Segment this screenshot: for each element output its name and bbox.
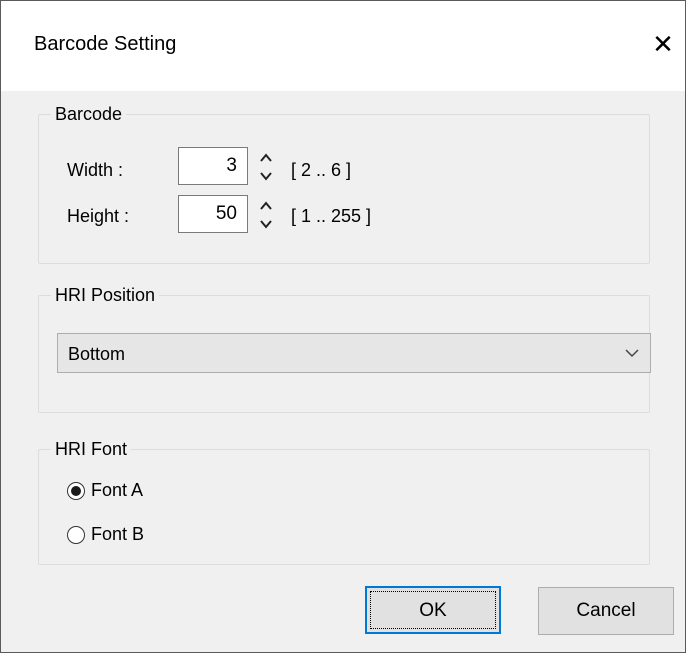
width-label: Width : <box>67 160 124 180</box>
dialog-title: Barcode Setting <box>34 33 177 55</box>
ok-button[interactable]: OK <box>365 586 501 634</box>
hri-position-legend: HRI Position <box>55 285 156 305</box>
barcode-setting-dialog: Barcode Setting ✕ Barcode Width : 3 [ 2 … <box>0 0 686 653</box>
hri-font-legend: HRI Font <box>55 439 128 459</box>
barcode-group: Barcode <box>38 104 650 264</box>
height-label: Height : <box>67 206 130 226</box>
font-a-radio[interactable] <box>67 482 85 500</box>
title-bar[interactable]: Barcode Setting ✕ <box>1 1 685 91</box>
width-input[interactable]: 3 <box>178 147 248 185</box>
close-icon[interactable]: ✕ <box>650 31 676 57</box>
ok-focus-rect <box>370 591 496 629</box>
cancel-button-label: Cancel <box>576 600 636 621</box>
font-b-label[interactable]: Font B <box>91 524 144 545</box>
width-range: [ 2 .. 6 ] <box>291 160 352 180</box>
font-b-radio[interactable] <box>67 526 85 544</box>
barcode-group-legend: Barcode <box>55 104 123 124</box>
font-a-label[interactable]: Font A <box>91 480 143 501</box>
height-range: [ 1 .. 255 ] <box>291 206 372 226</box>
height-spinner-icon[interactable] <box>258 197 274 233</box>
chevron-down-icon <box>625 349 639 358</box>
hri-position-select[interactable]: Bottom <box>57 333 651 373</box>
hri-font-group: HRI Font <box>38 439 650 565</box>
hri-position-selected: Bottom <box>68 344 126 364</box>
width-spinner-icon[interactable] <box>258 149 274 185</box>
height-input[interactable]: 50 <box>178 195 248 233</box>
cancel-button[interactable]: Cancel <box>538 587 674 635</box>
